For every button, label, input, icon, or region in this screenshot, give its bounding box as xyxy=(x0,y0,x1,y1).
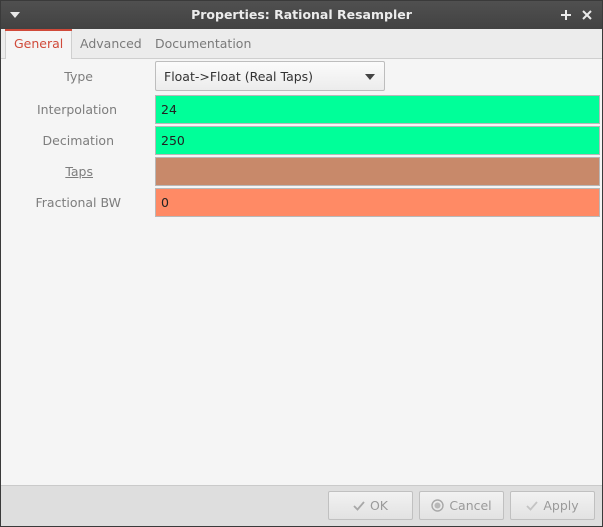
taps-label: Taps xyxy=(65,164,93,179)
tab-general[interactable]: General xyxy=(5,29,73,59)
cancel-icon xyxy=(431,499,445,512)
tab-advanced[interactable]: Advanced xyxy=(72,29,150,58)
fractional-bw-field[interactable]: 0 xyxy=(155,188,600,217)
dropdown-arrow-icon xyxy=(365,74,375,80)
cancel-button-label: Cancel xyxy=(449,498,492,513)
plus-icon xyxy=(561,10,571,20)
close-button[interactable] xyxy=(578,6,596,24)
type-select-value: Float->Float (Real Taps) xyxy=(164,69,314,84)
tab-bar: General Advanced Documentation xyxy=(1,29,602,59)
checkmark-icon xyxy=(526,500,539,511)
tab-documentation[interactable]: Documentation xyxy=(147,29,259,58)
type-select[interactable]: Float->Float (Real Taps) xyxy=(155,61,385,91)
button-bar: OK Cancel Apply xyxy=(1,485,602,526)
title-bar[interactable]: Properties: Rational Resampler xyxy=(1,1,602,29)
interpolation-label: Interpolation xyxy=(37,102,117,117)
ok-button-label: OK xyxy=(369,498,389,513)
close-icon xyxy=(582,10,592,20)
fractional-bw-label: Fractional BW xyxy=(35,195,122,210)
cancel-button[interactable]: Cancel xyxy=(419,491,504,520)
decimation-label: Decimation xyxy=(42,133,114,148)
decimation-field[interactable]: 250 xyxy=(155,126,600,155)
window-title: Properties: Rational Resampler xyxy=(191,7,412,22)
apply-button-label: Apply xyxy=(543,498,579,513)
properties-dialog: Properties: Rational Resampler General A… xyxy=(0,0,603,527)
apply-button[interactable]: Apply xyxy=(510,491,595,520)
maximize-button[interactable] xyxy=(557,6,575,24)
ok-button[interactable]: OK xyxy=(328,491,413,520)
type-label: Type xyxy=(64,69,93,84)
checkmark-icon xyxy=(353,500,365,511)
interpolation-field[interactable]: 24 xyxy=(155,95,600,124)
taps-field[interactable] xyxy=(155,157,600,186)
